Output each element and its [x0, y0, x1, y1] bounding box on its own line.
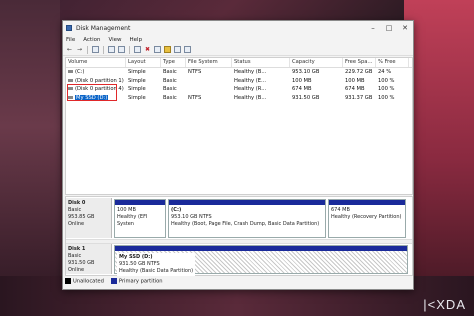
list-view-icon[interactable]	[184, 46, 191, 53]
background-left	[0, 0, 60, 316]
maximize-button[interactable]: □	[381, 24, 397, 32]
toolbar-divider	[129, 45, 130, 54]
partition-c[interactable]: (C:) 953.10 GB NTFS Healthy (Boot, Page …	[168, 199, 326, 238]
watermark: |<XDA	[423, 297, 466, 312]
disk-management-icon	[66, 25, 72, 31]
window-title: Disk Management	[76, 24, 131, 32]
menu-help[interactable]: Help	[130, 37, 143, 43]
help-icon[interactable]	[118, 46, 125, 53]
volume-capacity: 953.10 GB	[292, 69, 320, 76]
volume-layout: Simple	[128, 94, 146, 101]
menu-action[interactable]: Action	[83, 37, 100, 43]
disk-size: 953.85 GB	[68, 214, 95, 220]
volume-list: Volume Layout Type File System Status Ca…	[65, 57, 413, 195]
disk-label[interactable]: Disk 1 Basic 931.50 GB Online	[66, 244, 112, 274]
volume-free-space: 229.72 GB	[345, 69, 373, 76]
volume-name: (C:)	[75, 69, 85, 76]
column-header-percent-free[interactable]: % Free	[376, 58, 409, 67]
watermark-bracket-icon: |<	[423, 297, 437, 312]
table-row[interactable]: (Disk 0 partition 4) Simple Basic Health…	[66, 85, 412, 94]
disk-kind: Basic	[68, 207, 82, 213]
volume-layout: Simple	[128, 69, 146, 76]
check-icon[interactable]	[154, 46, 161, 53]
volume-percent-free: 100 %	[378, 94, 395, 101]
menu-file[interactable]: File	[66, 37, 75, 43]
forward-arrow-icon[interactable]: →	[76, 46, 83, 53]
column-header-file-system[interactable]: File System	[186, 58, 232, 67]
legend-unallocated: Unallocated	[73, 278, 104, 285]
volume-file-system: NTFS	[188, 94, 202, 101]
volume-capacity: 674 MB	[292, 86, 312, 93]
volume-type: Basic	[163, 86, 177, 93]
column-header-volume[interactable]: Volume	[66, 58, 126, 67]
volume-percent-free: 100 %	[378, 77, 395, 84]
disk-state: Online	[68, 221, 85, 227]
table-row[interactable]: (Disk 0 partition 1) Simple Basic Health…	[66, 77, 412, 86]
console-tree-icon[interactable]	[92, 46, 99, 53]
disk-label[interactable]: Disk 0 Basic 953.85 GB Online	[66, 198, 112, 238]
column-header-capacity[interactable]: Capacity	[290, 58, 343, 67]
primary-partition-swatch	[110, 277, 117, 284]
column-header-layout[interactable]: Layout	[126, 58, 161, 67]
volume-status: Healthy (B...	[234, 94, 267, 101]
disk-name: Disk 1	[68, 246, 86, 252]
menu-bar: File Action View Help	[63, 35, 413, 44]
highlight-annotation-box	[67, 84, 117, 101]
properties-icon[interactable]	[108, 46, 115, 53]
delete-icon[interactable]: ✖	[144, 46, 151, 53]
connect-icon[interactable]	[134, 46, 141, 53]
close-button[interactable]: ✕	[397, 24, 413, 32]
volume-free-space: 674 MB	[345, 86, 365, 93]
volume-status: Healthy (E...	[234, 77, 267, 84]
volume-status: Healthy (B...	[234, 69, 267, 76]
toolbar-divider	[87, 45, 88, 54]
volume-list-header: Volume Layout Type File System Status Ca…	[66, 58, 412, 68]
toolbar-divider	[103, 45, 104, 54]
title-bar: Disk Management – □ ✕	[63, 21, 413, 35]
disk-row-1: Disk 1 Basic 931.50 GB Online My SSD (D:…	[66, 244, 412, 276]
volume-free-space: 100 MB	[345, 77, 365, 84]
partition-efi[interactable]: 100 MB Healthy (EFI Systen	[114, 199, 166, 238]
volume-status: Healthy (R...	[234, 86, 267, 93]
volume-type: Basic	[163, 94, 177, 101]
volume-icon	[68, 78, 73, 82]
column-header-type[interactable]: Type	[161, 58, 186, 67]
unallocated-swatch	[65, 277, 71, 284]
volume-type: Basic	[163, 69, 177, 76]
volume-capacity: 100 MB	[292, 77, 312, 84]
disk-graphical-view: Disk 0 Basic 953.85 GB Online 100 MB Hea…	[65, 196, 413, 276]
back-arrow-icon[interactable]: ←	[66, 46, 73, 53]
disk-size: 931.50 GB	[68, 260, 95, 266]
disk-state: Online	[68, 267, 85, 273]
volume-layout: Simple	[128, 77, 146, 84]
legend-primary-partition: Primary partition	[118, 278, 163, 285]
disk-name: Disk 0	[68, 200, 86, 206]
partition-my-ssd[interactable]: My SSD (D:) 931.50 GB NTFS Healthy (Basi…	[114, 245, 408, 276]
menu-view[interactable]: View	[108, 37, 121, 43]
background-right	[404, 0, 474, 316]
table-row[interactable]: (C:) Simple Basic NTFS Healthy (B... 953…	[66, 68, 412, 77]
toolbar: ← → ✖	[63, 44, 413, 56]
column-header-status[interactable]: Status	[232, 58, 290, 67]
volume-percent-free: 24 %	[378, 69, 392, 76]
volume-name: (Disk 0 partition 1)	[75, 77, 124, 84]
volume-layout: Simple	[128, 86, 146, 93]
volume-icon	[68, 70, 73, 74]
volume-percent-free: 100 %	[378, 86, 395, 93]
column-header-free-space[interactable]: Free Spa...	[343, 58, 376, 67]
disk-view-icon[interactable]	[174, 46, 181, 53]
volume-capacity: 931.50 GB	[292, 94, 320, 101]
partition-recovery[interactable]: 674 MB Healthy (Recovery Partition)	[328, 199, 406, 238]
volume-type: Basic	[163, 77, 177, 84]
open-folder-icon[interactable]	[164, 46, 171, 53]
minimize-button[interactable]: –	[365, 24, 381, 32]
legend: Unallocated Primary partition	[65, 276, 167, 286]
disk-kind: Basic	[68, 253, 82, 259]
volume-free-space: 931.37 GB	[345, 94, 373, 101]
table-row-selected[interactable]: My SSD (D:) Simple Basic NTFS Healthy (B…	[66, 94, 412, 103]
disk-management-window: Disk Management – □ ✕ File Action View H…	[62, 20, 414, 290]
disk-row-0: Disk 0 Basic 953.85 GB Online 100 MB Hea…	[66, 198, 412, 238]
volume-file-system: NTFS	[188, 69, 202, 76]
